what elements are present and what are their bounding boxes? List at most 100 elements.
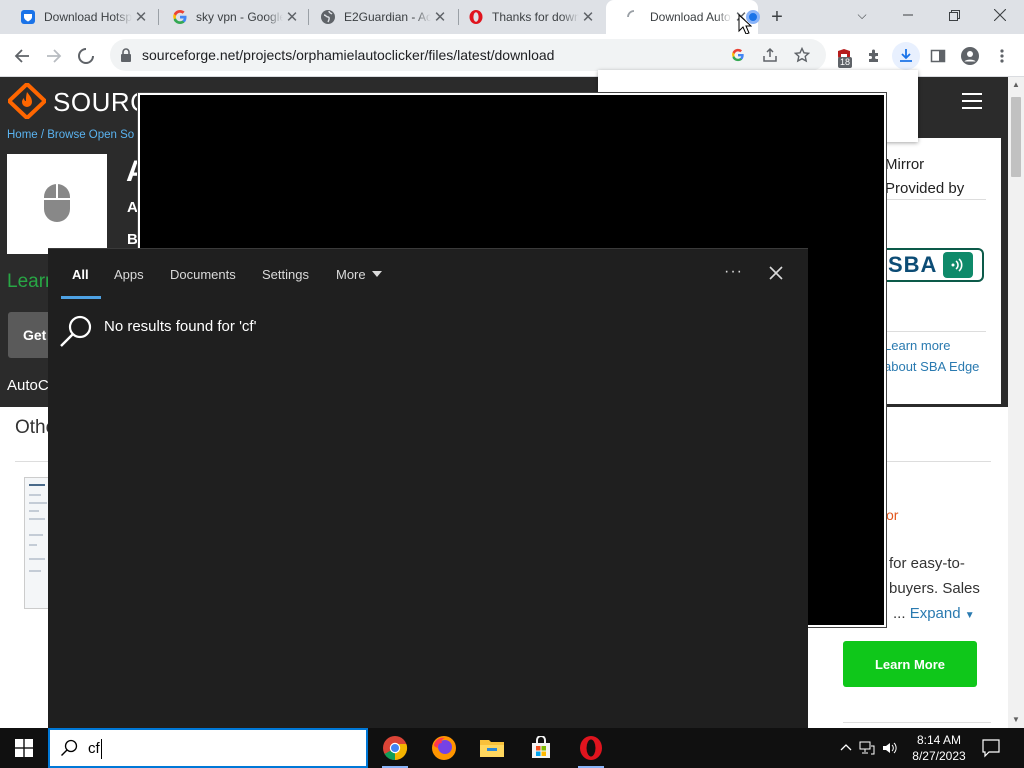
minimize-icon[interactable] bbox=[886, 0, 930, 30]
divider bbox=[880, 461, 991, 462]
clock-date: 8/27/2023 bbox=[912, 749, 966, 763]
search-tab-more[interactable]: More bbox=[336, 267, 382, 282]
loading-spinner-icon bbox=[78, 48, 94, 64]
chrome-taskbar-button[interactable] bbox=[379, 732, 411, 768]
menu-kebab-icon[interactable] bbox=[988, 42, 1016, 70]
scrollbar-thumb[interactable] bbox=[1011, 97, 1021, 177]
scroll-up-icon[interactable]: ▲ bbox=[1008, 77, 1024, 93]
loading-spinner-icon bbox=[626, 9, 642, 25]
file-explorer-taskbar-button[interactable] bbox=[476, 732, 508, 764]
tab-close-icon[interactable]: ✕ bbox=[431, 8, 449, 26]
opera-taskbar-button[interactable] bbox=[575, 732, 607, 768]
active-tab-indicator bbox=[61, 296, 101, 299]
search-tab-settings[interactable]: Settings bbox=[262, 267, 309, 282]
learn-more-sba-link[interactable]: Learn more about SBA Edge bbox=[884, 335, 979, 377]
download-icon bbox=[900, 49, 912, 62]
project-meta: B bbox=[127, 231, 138, 248]
file-explorer-icon bbox=[480, 740, 504, 757]
sba-edge-logo[interactable]: SBA bbox=[886, 248, 984, 282]
promo-description: for easy-to- buyers. Sales bbox=[889, 555, 980, 597]
address-bar[interactable]: sourceforge.net/projects/orphamielautocl… bbox=[110, 39, 826, 71]
hamburger-menu-icon[interactable] bbox=[962, 93, 982, 109]
search-tab-apps[interactable]: Apps bbox=[114, 267, 144, 282]
side-panel-button[interactable] bbox=[924, 42, 952, 70]
windows-search-panel: All Apps Documents Settings More ··· No … bbox=[48, 248, 808, 728]
microsoft-store-taskbar-button[interactable] bbox=[525, 732, 557, 764]
avatar-icon bbox=[961, 47, 979, 65]
opera-icon bbox=[580, 736, 602, 760]
tab-search-chevron-icon[interactable]: ⌵ bbox=[840, 0, 884, 30]
globe-favicon-icon bbox=[320, 9, 336, 25]
text-caret bbox=[101, 739, 102, 759]
expand-link[interactable]: Expand bbox=[910, 605, 961, 622]
firefox-icon bbox=[432, 736, 456, 760]
learn-more-button[interactable]: Learn More bbox=[843, 641, 977, 687]
page-scrollbar[interactable]: ▲ ▼ bbox=[1008, 77, 1024, 728]
sba-logo-text: SBA bbox=[888, 252, 938, 277]
expand-row: ... Expand ▼ bbox=[893, 605, 975, 622]
more-options-icon[interactable]: ··· bbox=[724, 263, 743, 281]
google-lens-icon[interactable] bbox=[728, 45, 748, 65]
close-window-icon[interactable] bbox=[978, 0, 1022, 30]
taskbar: cf 8:14 AM 8/27/2023 bbox=[0, 728, 1024, 768]
mouse-icon bbox=[44, 184, 70, 222]
mirror-info: Mirror Provided by bbox=[885, 156, 965, 197]
extensions-button[interactable] bbox=[860, 42, 888, 70]
divider bbox=[884, 199, 986, 200]
divider bbox=[884, 331, 986, 332]
system-clock[interactable]: 8:14 AM 8/27/2023 bbox=[906, 732, 972, 764]
search-tab-all[interactable]: All bbox=[72, 267, 89, 282]
profile-button[interactable] bbox=[956, 42, 984, 70]
no-results-message: No results found for 'cf' bbox=[104, 318, 257, 335]
project-icon bbox=[7, 154, 107, 254]
lock-icon bbox=[121, 48, 131, 62]
tab-download-hotspot-shield[interactable]: Download Hotspot Shield ✕ bbox=[0, 0, 158, 34]
breadcrumb[interactable]: Home / Browse Open So bbox=[7, 129, 134, 141]
mouse-cursor-icon bbox=[738, 14, 752, 35]
side-panel-icon bbox=[930, 49, 946, 63]
tab-close-icon[interactable]: ✕ bbox=[132, 8, 150, 26]
restore-icon[interactable] bbox=[932, 0, 976, 30]
close-icon[interactable] bbox=[766, 263, 786, 283]
downloads-button[interactable] bbox=[892, 42, 920, 70]
taskbar-search-input[interactable]: cf bbox=[48, 728, 368, 768]
tab-close-icon[interactable]: ✕ bbox=[283, 8, 301, 26]
chevron-up-icon[interactable] bbox=[836, 742, 856, 754]
search-query-text: cf bbox=[88, 740, 100, 757]
search-icon bbox=[60, 315, 92, 347]
extension-adblock-button[interactable]: 18 bbox=[830, 42, 858, 70]
bookmark-star-icon[interactable] bbox=[792, 45, 812, 65]
tab-strip: Download Hotspot Shield ✕ sky vpn - Goog… bbox=[0, 0, 1024, 35]
tab-thanks-for-downloading[interactable]: Thanks for downloading ✕ bbox=[448, 0, 605, 34]
scroll-down-icon[interactable]: ▼ bbox=[1008, 712, 1024, 728]
project-name-label: AutoC bbox=[7, 377, 49, 394]
tab-download-autoclicker[interactable]: Download AutoClicker ✕ bbox=[606, 0, 758, 34]
wireless-signal-icon bbox=[943, 252, 974, 278]
extension-badge: 18 bbox=[838, 57, 853, 68]
stop-loading-button[interactable] bbox=[72, 42, 100, 70]
caret-down-icon bbox=[371, 271, 382, 277]
start-button[interactable] bbox=[0, 728, 48, 768]
sourceforge-logo-icon[interactable] bbox=[8, 83, 46, 119]
site-logo-text[interactable]: SOURC bbox=[53, 87, 149, 118]
url-text: sourceforge.net/projects/orphamielautocl… bbox=[142, 47, 555, 63]
network-icon[interactable] bbox=[856, 741, 878, 755]
search-icon bbox=[61, 739, 78, 756]
clock-time: 8:14 AM bbox=[916, 733, 962, 747]
notifications-icon[interactable] bbox=[980, 737, 1002, 759]
shield-favicon-icon bbox=[20, 9, 36, 25]
forward-button[interactable] bbox=[40, 42, 68, 70]
expand-arrow-icon[interactable]: ▼ bbox=[965, 610, 975, 621]
tab-close-icon[interactable]: ✕ bbox=[579, 8, 597, 26]
promo-heading-fragment: or bbox=[886, 507, 899, 523]
project-subtitle: A bbox=[127, 199, 138, 216]
divider bbox=[843, 722, 991, 723]
tab-sky-vpn-search[interactable]: sky vpn - Google Search ✕ bbox=[152, 0, 309, 34]
search-tab-documents[interactable]: Documents bbox=[170, 267, 236, 282]
new-tab-button[interactable]: + bbox=[766, 6, 788, 28]
back-button[interactable] bbox=[8, 42, 36, 70]
volume-icon[interactable] bbox=[878, 741, 902, 755]
share-icon[interactable] bbox=[760, 45, 780, 65]
tab-e2guardian[interactable]: E2Guardian - Access Denied ✕ bbox=[300, 0, 457, 34]
firefox-taskbar-button[interactable] bbox=[428, 732, 460, 764]
